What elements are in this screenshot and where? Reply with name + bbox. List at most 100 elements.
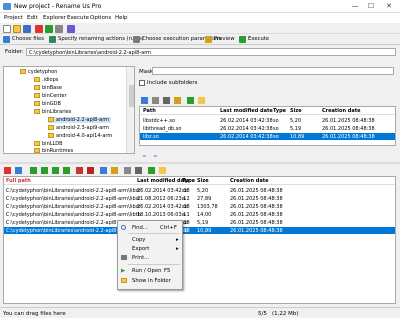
menu-item-print[interactable]: Print... <box>118 253 182 262</box>
preview-icon <box>205 36 212 43</box>
preview-type: so <box>182 188 188 194</box>
menu-item-run-open[interactable]: ▶ Run / Open F5 <box>118 266 182 275</box>
open-folder-icon[interactable] <box>198 97 205 104</box>
preview-row[interactable]: C:\cydetyphon\binLibraries\android-2.2-a… <box>4 195 395 202</box>
menu-options[interactable]: Options <box>90 15 111 21</box>
preview-size: 5,20 <box>197 188 209 194</box>
preview-row[interactable]: C:\cydetyphon\binLibraries\android-2.2-a… <box>4 187 395 194</box>
maximize-button[interactable]: ☐ <box>366 2 376 11</box>
file-created: 26.01.2025 08:48:38 <box>322 126 375 132</box>
tree-label: binCenter <box>42 93 67 99</box>
filter-icon[interactable] <box>111 167 118 174</box>
menu-explorer[interactable]: Explorer <box>43 15 66 21</box>
tree-item-android-2-2[interactable]: android-2.2-api8-arm <box>48 117 112 123</box>
run-list-icon[interactable] <box>148 167 155 174</box>
preview-row[interactable]: C:\cydetyphon\binLibraries\android-2.2-a… <box>4 211 395 218</box>
tree-item-binlibraries[interactable]: binLibraries <box>34 109 71 115</box>
preview-size: 10,89 <box>197 228 212 234</box>
remove-icon[interactable] <box>76 167 83 174</box>
menu-edit[interactable]: Edit <box>27 15 38 21</box>
menu-project[interactable]: Project <box>4 15 23 21</box>
include-subfolders-label: Include subfolders <box>147 80 198 86</box>
file-row-selected[interactable]: libz.so 26.02.2014 03:42:38 so 10,89 26.… <box>140 133 395 140</box>
file-row[interactable]: libstdc++.so 26.02.2014 03:42:38 so 5,20… <box>140 117 395 124</box>
stop-icon[interactable] <box>35 25 43 33</box>
folder-path-input[interactable]: C:\cydetyphon\binLibraries\android-2.2-a… <box>26 48 396 56</box>
help-icon[interactable] <box>67 25 75 33</box>
tree-item-binbase[interactable]: binBase <box>34 85 62 91</box>
folder-row: Folder: C:\cydetyphon\binLibraries\andro… <box>0 45 400 59</box>
preview-row[interactable]: C:\cydetyphon\binLibraries\android-2.2-a… <box>4 203 395 210</box>
move-up-icon[interactable] <box>15 167 22 174</box>
preview-path: C:\cydetyphon\binLibraries\android-2.2-a… <box>6 212 141 218</box>
arrow-down-icon[interactable] <box>52 167 59 174</box>
play-icon[interactable] <box>187 97 194 104</box>
menu-item-find[interactable]: Find... Ctrl+F <box>118 223 182 232</box>
close-button[interactable]: ✕ <box>384 2 394 11</box>
tree-item-bincenter[interactable]: binCenter <box>34 93 67 99</box>
arrow-bottom-icon[interactable] <box>63 167 70 174</box>
col-created[interactable]: Creation date <box>322 108 360 114</box>
tree-item-android-2-3[interactable]: android-2.3-api9-arm <box>48 125 109 131</box>
print-list-icon[interactable] <box>135 167 142 174</box>
folder-icon <box>34 93 40 98</box>
folder-icon <box>34 85 40 90</box>
minimize-button[interactable]: — <box>350 2 360 11</box>
sort-icon[interactable] <box>100 167 107 174</box>
col-type[interactable]: Type <box>273 108 286 114</box>
tree-item-binlldb[interactable]: binLLDB <box>34 141 63 147</box>
preview-size: 14,00 <box>197 212 212 218</box>
preview-type: a <box>182 212 186 218</box>
tree-item-cydetyphon[interactable]: cydetyphon <box>20 69 57 75</box>
open-icon[interactable] <box>13 25 21 33</box>
menu-item-show-in-folder[interactable]: Show in Folder <box>118 276 182 285</box>
save-icon[interactable] <box>23 25 31 33</box>
splitter[interactable] <box>0 162 400 164</box>
tree-item-bingdb[interactable]: binGDB <box>34 101 61 107</box>
clear-icon[interactable] <box>87 167 94 174</box>
col-size[interactable]: Size <box>197 178 209 184</box>
file-size: 5,19 <box>290 126 302 132</box>
col-full-path[interactable]: Full path <box>6 178 31 184</box>
col-type[interactable]: Type <box>182 178 195 184</box>
tree-item-idiops[interactable]: .idiops <box>34 77 58 83</box>
delete-icon[interactable] <box>4 167 11 174</box>
copy-icon[interactable] <box>152 97 159 104</box>
menu-label: Run / Open <box>132 267 162 274</box>
col-size[interactable]: Size <box>290 108 302 114</box>
menu-item-copy[interactable]: Copy ▸ <box>118 235 182 244</box>
run-icon[interactable] <box>45 25 53 33</box>
preview-row-selected[interactable]: C:\cydetyphon\binLibraries\android-2.2-a… <box>4 227 395 234</box>
col-path[interactable]: Path <box>143 108 156 114</box>
file-row[interactable]: libthread_db.so 26.02.2014 03:42:38 so 5… <box>140 125 395 132</box>
folder-add-icon[interactable] <box>141 97 148 104</box>
settings-icon[interactable] <box>55 25 63 33</box>
print-icon[interactable] <box>163 97 170 104</box>
export-icon[interactable] <box>174 97 181 104</box>
col-created[interactable]: Creation date <box>230 178 268 184</box>
tree-item-binruntimes[interactable]: binRuntimes <box>34 148 73 153</box>
preview-row[interactable]: C:\cydetyphon\binLibraries\android-2.2-a… <box>4 219 395 226</box>
menu-execute[interactable]: Execute <box>67 15 89 21</box>
move-down-icon[interactable]: ⌄ <box>141 150 148 159</box>
include-subfolders-checkbox[interactable] <box>139 80 145 86</box>
arrow-up-icon[interactable] <box>30 167 37 174</box>
tab-execute[interactable]: Execute <box>238 35 271 44</box>
col-modified[interactable]: Last modified date <box>220 108 273 114</box>
tree-item-android-4-0[interactable]: android-4.0-api14-arm <box>48 133 112 139</box>
copy-list-icon[interactable] <box>124 167 131 174</box>
folder-icon <box>20 69 26 74</box>
tree-scrollbar[interactable] <box>126 67 134 153</box>
open-list-folder-icon[interactable] <box>159 167 166 174</box>
tab-choose-files[interactable]: Choose files <box>2 35 46 44</box>
new-icon[interactable] <box>3 25 11 33</box>
menu-item-export[interactable]: Export ▸ <box>118 244 182 253</box>
tree-scroll-thumb[interactable] <box>129 85 134 107</box>
menu-help[interactable]: Help <box>115 15 128 21</box>
tab-preview[interactable]: Preview <box>204 35 237 44</box>
move-all-down-icon[interactable]: ⌄ <box>152 150 159 159</box>
arrow-top-icon[interactable] <box>41 167 48 174</box>
tree-label: binGDB <box>42 101 61 107</box>
mask-input[interactable] <box>152 67 394 75</box>
tree-label: .idiops <box>42 77 59 83</box>
